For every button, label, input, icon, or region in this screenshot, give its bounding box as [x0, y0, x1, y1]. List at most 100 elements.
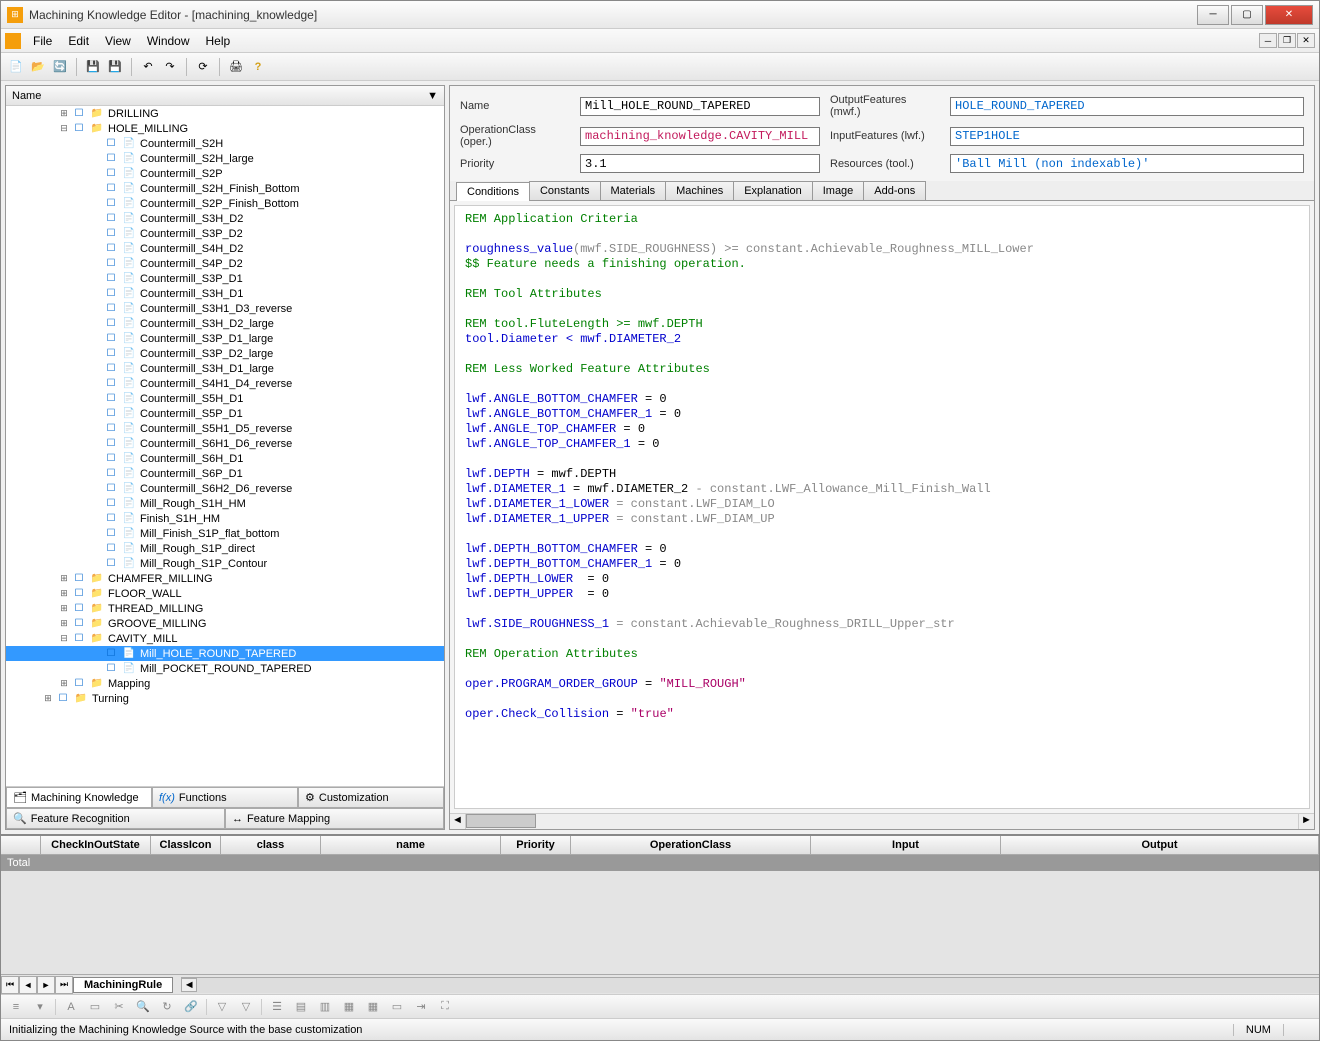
checkbox-icon[interactable]: ☐	[104, 302, 118, 316]
grid-col-input[interactable]: Input	[811, 836, 1001, 854]
tab-machining-knowledge[interactable]: 🗂Machining Knowledge	[6, 787, 152, 808]
sheet-next-icon[interactable]: ►	[37, 976, 55, 994]
tree-row[interactable]: ☐📄Mill_Finish_S1P_flat_bottom	[6, 526, 444, 541]
tree-row[interactable]: ☐📄Countermill_S2H_Finish_Bottom	[6, 181, 444, 196]
expand-icon[interactable]: ⛶	[436, 998, 454, 1016]
tree-row[interactable]: ☐📄Countermill_S3H_D2_large	[6, 316, 444, 331]
find-icon[interactable]: 🔍	[134, 998, 152, 1016]
tree-row[interactable]: ⊞☐📁DRILLING	[6, 106, 444, 121]
scroll-thumb[interactable]	[466, 814, 536, 828]
tab-conditions[interactable]: Conditions	[456, 182, 530, 201]
checkbox-icon[interactable]: ☐	[72, 587, 86, 601]
tree-row[interactable]: ☐📄Countermill_S6H1_D6_reverse	[6, 436, 444, 451]
tree-row[interactable]: ⊞☐📁Mapping	[6, 676, 444, 691]
tree-row[interactable]: ☐📄Countermill_S3H_D1_large	[6, 361, 444, 376]
checkbox-icon[interactable]: ☐	[104, 272, 118, 286]
tab-machines[interactable]: Machines	[665, 181, 734, 200]
tree-row[interactable]: ⊞☐📁THREAD_MILLING	[6, 601, 444, 616]
tree-row[interactable]: ☐📄Countermill_S3H_D2	[6, 211, 444, 226]
scroll-track[interactable]	[466, 814, 1298, 829]
checkbox-icon[interactable]: ☐	[104, 257, 118, 271]
tab-feature-recognition[interactable]: 🔍Feature Recognition	[6, 808, 225, 829]
dropdown-icon[interactable]: ▾	[31, 998, 49, 1016]
tree-row[interactable]: ⊞☐📁GROOVE_MILLING	[6, 616, 444, 631]
grid-icon[interactable]: ▦	[340, 998, 358, 1016]
collapse-icon[interactable]: ⊟	[58, 633, 70, 645]
checkbox-icon[interactable]: ☐	[104, 392, 118, 406]
checkbox-icon[interactable]: ☐	[104, 482, 118, 496]
expand-icon[interactable]: ⊞	[58, 618, 70, 630]
sheet-hscroll[interactable]: ◄	[181, 977, 1319, 993]
tree-row[interactable]: ☐📄Mill_Rough_S1H_HM	[6, 496, 444, 511]
tab-addons[interactable]: Add-ons	[863, 181, 926, 200]
checkbox-icon[interactable]: ☐	[72, 632, 86, 646]
minimize-button[interactable]: ─	[1197, 5, 1229, 25]
expand-icon[interactable]: ⊞	[58, 573, 70, 585]
collapse-icon[interactable]: ⊟	[58, 123, 70, 135]
mdi-minimize[interactable]: ─	[1259, 33, 1277, 48]
expand-icon[interactable]: ⊞	[42, 693, 54, 705]
tab-image[interactable]: Image	[812, 181, 865, 200]
menu-file[interactable]: File	[25, 31, 60, 51]
checkbox-icon[interactable]: ☐	[72, 617, 86, 631]
filter-clear-icon[interactable]: ▽	[237, 998, 255, 1016]
checkbox-icon[interactable]: ☐	[104, 152, 118, 166]
tree-header[interactable]: Name ▼	[6, 86, 444, 106]
checkbox-icon[interactable]: ☐	[104, 467, 118, 481]
mdi-restore[interactable]: ❐	[1278, 33, 1296, 48]
tab-constants[interactable]: Constants	[529, 181, 601, 200]
tree-row[interactable]: ☐📄Countermill_S3P_D2_large	[6, 346, 444, 361]
indent-icon[interactable]: ▤	[292, 998, 310, 1016]
input-resources[interactable]	[950, 154, 1304, 173]
expand-icon[interactable]: ⊞	[58, 108, 70, 120]
grid-col-name[interactable]: name	[321, 836, 501, 854]
checkbox-icon[interactable]: ☐	[104, 332, 118, 346]
tree-row[interactable]: ☐📄Countermill_S2H_large	[6, 151, 444, 166]
checkbox-icon[interactable]: ☐	[104, 212, 118, 226]
sheet-first-icon[interactable]: ⏮	[1, 976, 19, 994]
tree-row[interactable]: ⊞☐📁CHAMFER_MILLING	[6, 571, 444, 586]
checkbox-icon[interactable]: ☐	[104, 242, 118, 256]
rotate-icon[interactable]: ↻	[158, 998, 176, 1016]
expand-icon[interactable]: ⊞	[58, 678, 70, 690]
checkbox-icon[interactable]: ☐	[104, 497, 118, 511]
checkbox-icon[interactable]: ☐	[104, 317, 118, 331]
scroll-left-icon[interactable]: ◄	[181, 978, 197, 992]
print-icon[interactable]: 🖨	[227, 58, 245, 76]
tree-row[interactable]: ⊟☐📁CAVITY_MILL	[6, 631, 444, 646]
tree-row[interactable]: ☐📄Countermill_S2P	[6, 166, 444, 181]
checkbox-icon[interactable]: ☐	[104, 362, 118, 376]
tree-row[interactable]: ☐📄Countermill_S3P_D1	[6, 271, 444, 286]
grid-col-classicon[interactable]: ClassIcon	[151, 836, 221, 854]
tree-row[interactable]: ☐📄Countermill_S3H_D1	[6, 286, 444, 301]
maximize-button[interactable]: ▢	[1231, 5, 1263, 25]
checkbox-icon[interactable]: ☐	[104, 647, 118, 661]
tab-feature-mapping[interactable]: ↔Feature Mapping	[225, 808, 444, 829]
menu-help[interactable]: Help	[198, 31, 239, 51]
tree-row[interactable]: ☐📄Countermill_S5P_D1	[6, 406, 444, 421]
expand-icon[interactable]: ⊞	[58, 603, 70, 615]
table-icon[interactable]: ▦	[364, 998, 382, 1016]
menu-view[interactable]: View	[97, 31, 139, 51]
tree-row[interactable]: ☐📄Countermill_S6H2_D6_reverse	[6, 481, 444, 496]
checkbox-icon[interactable]: ☐	[104, 512, 118, 526]
sheet-prev-icon[interactable]: ◄	[19, 976, 37, 994]
checkbox-icon[interactable]: ☐	[104, 407, 118, 421]
tree-row[interactable]: ☐📄Countermill_S4H1_D4_reverse	[6, 376, 444, 391]
tab-customization[interactable]: ⚙Customization	[298, 787, 444, 808]
checkbox-icon[interactable]: ☐	[104, 347, 118, 361]
input-infeat[interactable]	[950, 127, 1304, 146]
grid-col-checkinout[interactable]: CheckInOutState	[41, 836, 151, 854]
checkbox-icon[interactable]: ☐	[104, 137, 118, 151]
tree-row[interactable]: ☐📄Mill_POCKET_ROUND_TAPERED	[6, 661, 444, 676]
grid-col-rowheader[interactable]	[1, 836, 41, 854]
code-hscroll[interactable]: ◄ ►	[450, 813, 1314, 829]
filter-icon[interactable]: ▽	[213, 998, 231, 1016]
checkbox-icon[interactable]: ☐	[56, 692, 70, 706]
checkbox-icon[interactable]: ☐	[104, 227, 118, 241]
checkbox-icon[interactable]: ☐	[72, 677, 86, 691]
tree-row[interactable]: ☐📄Countermill_S3H1_D3_reverse	[6, 301, 444, 316]
checkbox-icon[interactable]: ☐	[104, 527, 118, 541]
menu-window[interactable]: Window	[139, 31, 198, 51]
scroll-right-icon[interactable]: ►	[1298, 814, 1314, 829]
